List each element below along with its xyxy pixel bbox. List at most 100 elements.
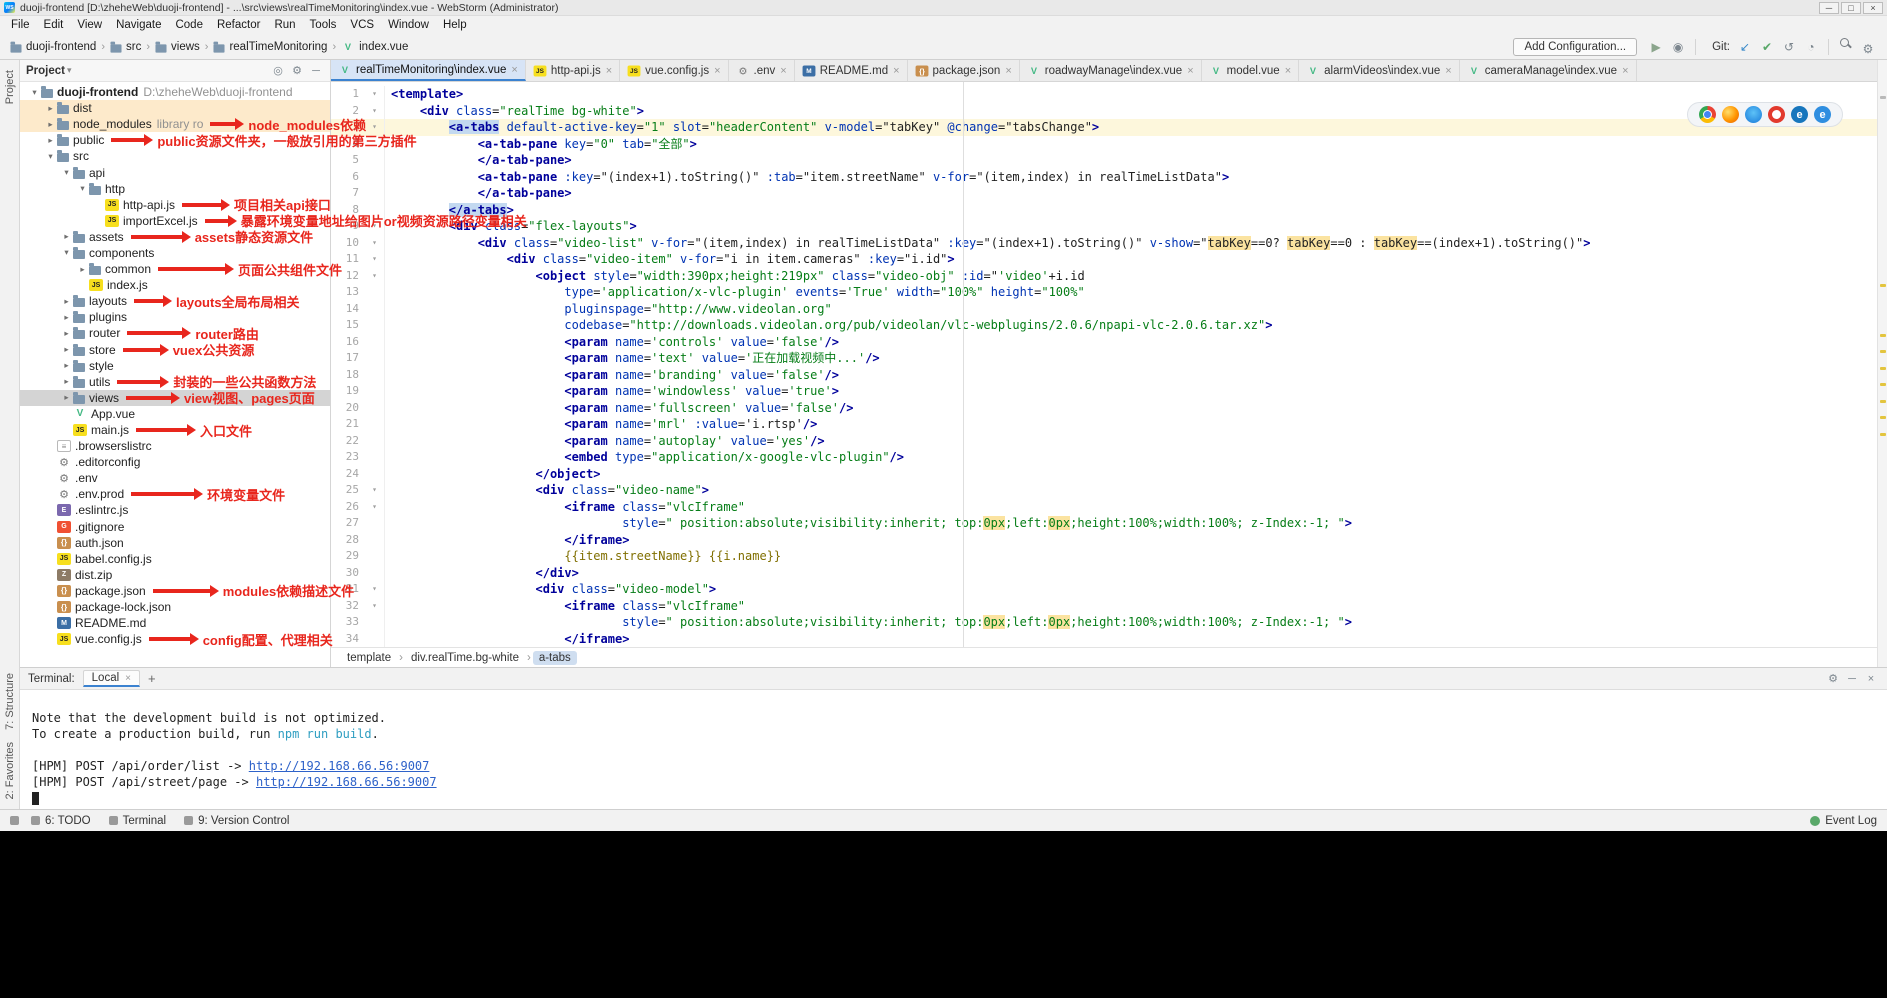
code-line-16[interactable]: 16 <param name='controls' value='false'/… — [331, 334, 1877, 351]
opera-browser-icon[interactable] — [1768, 106, 1785, 123]
hide-icon[interactable]: ─ — [308, 63, 324, 79]
menu-navigate[interactable]: Navigate — [109, 18, 168, 32]
menu-vcs[interactable]: VCS — [343, 18, 381, 32]
tab-vue-config-js[interactable]: JSvue.config.js× — [620, 60, 728, 81]
code-line-15[interactable]: 15 codebase="http://downloads.videolan.o… — [331, 317, 1877, 334]
add-configuration-button[interactable]: Add Configuration... — [1513, 38, 1637, 56]
code-line-14[interactable]: 14 pluginspage="http://www.videolan.org" — [331, 301, 1877, 318]
code-line-9[interactable]: 9▾ <div class="flex-layouts"> — [331, 218, 1877, 235]
tree-expand-arrow[interactable]: ▸ — [44, 135, 57, 146]
code-line-28[interactable]: 28 </iframe> — [331, 532, 1877, 549]
play-icon[interactable]: ▶ — [1647, 38, 1665, 56]
tab-close-icon[interactable]: × — [1622, 65, 1628, 77]
terminal-output[interactable]: Note that the development build is not o… — [20, 690, 1887, 809]
tab-close-icon[interactable]: × — [714, 65, 720, 77]
minimize-button[interactable]: ─ — [1819, 2, 1839, 14]
tree-item-duoji-frontend[interactable]: ▾duoji-frontendD:\zheheWeb\duoji-fronten… — [20, 84, 330, 100]
close-icon[interactable]: × — [125, 673, 131, 684]
tree-expand-arrow[interactable]: ▸ — [60, 312, 73, 323]
find-icon[interactable] — [1837, 35, 1855, 53]
chevron-down-icon[interactable]: ▾ — [67, 65, 72, 76]
tree-collapse-arrow[interactable]: ▾ — [28, 87, 41, 98]
tab-cameramanage-index-vue[interactable]: VcameraManage\index.vue× — [1460, 60, 1637, 81]
project-panel-title[interactable]: Project — [26, 65, 65, 77]
tree-collapse-arrow[interactable]: ▾ — [44, 151, 57, 162]
tab-readme-md[interactable]: MREADME.md× — [795, 60, 908, 81]
menu-tools[interactable]: Tools — [303, 18, 344, 32]
tree-item-auth-json[interactable]: {}auth.json — [20, 535, 330, 551]
fold-marker-icon[interactable]: ▾ — [365, 598, 385, 615]
code-line-20[interactable]: 20 <param name='fullscreen' value='false… — [331, 400, 1877, 417]
fold-marker-icon[interactable]: ▾ — [365, 251, 385, 268]
tab-close-icon[interactable]: × — [1005, 65, 1011, 77]
tool-button-favorites[interactable]: 2: Favorites — [4, 742, 16, 799]
tab-realtimemonitoring-index-vue[interactable]: VrealTimeMonitoring\index.vue× — [331, 60, 526, 81]
menu-refactor[interactable]: Refactor — [210, 18, 267, 32]
commit-icon[interactable]: ✔ — [1758, 38, 1776, 56]
breadcrumb-src[interactable]: src — [110, 41, 141, 53]
tree-expand-arrow[interactable]: ▸ — [60, 296, 73, 307]
code-line-31[interactable]: 31▾ <div class="video-model"> — [331, 581, 1877, 598]
tree-item-eslintrc-js[interactable]: E.eslintrc.js — [20, 502, 330, 518]
tab-close-icon[interactable]: × — [1445, 65, 1451, 77]
breadcrumb-duoji-frontend[interactable]: duoji-frontend — [10, 41, 96, 53]
tree-item-app-vue[interactable]: VApp.vue — [20, 406, 330, 422]
breadcrumb-views[interactable]: views — [155, 41, 200, 53]
breadcrumb-index-vue[interactable]: Vindex.vue — [341, 41, 408, 53]
revert-icon[interactable]: ↺ — [1780, 38, 1798, 56]
code-line-27[interactable]: 27 style=" position:absolute;visibility:… — [331, 515, 1877, 532]
tree-expand-arrow[interactable]: ▸ — [60, 360, 73, 371]
terminal-cursor[interactable] — [32, 792, 39, 805]
tree-item-browserslistrc[interactable]: ≡.browserslistrc — [20, 438, 330, 454]
tab-close-icon[interactable]: × — [1285, 65, 1291, 77]
tab-roadwaymanage-index-vue[interactable]: VroadwayManage\index.vue× — [1020, 60, 1202, 81]
tab-package-json[interactable]: {}package.json× — [908, 60, 1020, 81]
tree-expand-arrow[interactable]: ▸ — [60, 376, 73, 387]
tree-item-editorconfig[interactable]: ⚙.editorconfig — [20, 454, 330, 470]
tool-button-project[interactable]: Project — [4, 70, 16, 104]
code-line-30[interactable]: 30 </div> — [331, 565, 1877, 582]
statusbar-9-version-control[interactable]: 9: Version Control — [184, 815, 289, 827]
code-line-26[interactable]: 26▾ <iframe class="vlcIframe" — [331, 499, 1877, 516]
tool-button-structure[interactable]: 7: Structure — [4, 673, 16, 730]
tab-close-icon[interactable]: × — [1187, 65, 1193, 77]
tree-collapse-arrow[interactable]: ▾ — [76, 183, 89, 194]
tab-model-vue[interactable]: Vmodel.vue× — [1202, 60, 1300, 81]
fold-marker-icon[interactable]: ▾ — [365, 499, 385, 516]
tree-expand-arrow[interactable]: ▸ — [44, 119, 57, 130]
close-panel-icon[interactable]: × — [1863, 671, 1879, 687]
breadcrumb-realtimemonitoring[interactable]: realTimeMonitoring — [213, 41, 327, 53]
tree-item-views[interactable]: ▸viewsview视图、pages页面 — [20, 390, 330, 406]
terminal-link[interactable]: http://192.168.66.56:9007 — [256, 775, 437, 789]
code-line-25[interactable]: 25▾ <div class="video-name"> — [331, 482, 1877, 499]
tree-item-package-lock-json[interactable]: {}package-lock.json — [20, 599, 330, 615]
tab-close-icon[interactable]: × — [511, 64, 517, 76]
locate-icon[interactable]: ◎ — [270, 62, 286, 78]
tree-item-assets[interactable]: ▸assetsassets静态资源文件 — [20, 229, 330, 245]
code-line-33[interactable]: 33 style=" position:absolute;visibility:… — [331, 614, 1877, 631]
fold-marker-icon[interactable]: ▾ — [365, 482, 385, 499]
fold-marker-icon[interactable]: ▾ — [365, 235, 385, 252]
error-stripe-scrollbar[interactable] — [1877, 60, 1887, 667]
tree-item-layouts[interactable]: ▸layoutslayouts全局布局相关 — [20, 293, 330, 309]
menu-code[interactable]: Code — [168, 18, 210, 32]
code-line-11[interactable]: 11▾ <div class="video-item" v-for="i in … — [331, 251, 1877, 268]
code-line-17[interactable]: 17 <param name='text' value='正在加载视频中...'… — [331, 350, 1877, 367]
terminal-tab-local[interactable]: Local × — [83, 670, 140, 687]
event-log-button[interactable]: Event Log — [1810, 815, 1877, 827]
code-line-5[interactable]: 5 </a-tab-pane> — [331, 152, 1877, 169]
update-icon[interactable]: ↙ — [1736, 38, 1754, 56]
tree-collapse-arrow[interactable]: ▾ — [60, 167, 73, 178]
close-button[interactable]: × — [1863, 2, 1883, 14]
menu-edit[interactable]: Edit — [37, 18, 71, 32]
fold-marker-icon[interactable]: ▾ — [365, 86, 385, 103]
editor-breadcrumb-template[interactable]: template — [341, 651, 397, 665]
code-line-10[interactable]: 10▾ <div class="video-list" v-for="(item… — [331, 235, 1877, 252]
new-terminal-button[interactable]: + — [148, 671, 156, 686]
tree-expand-arrow[interactable]: ▸ — [60, 392, 73, 403]
tree-item-babel-config-js[interactable]: JSbabel.config.js — [20, 551, 330, 567]
tree-expand-arrow[interactable]: ▸ — [60, 328, 73, 339]
tab-env[interactable]: ⚙.env× — [729, 60, 795, 81]
code-editor[interactable]: 1▾<template>2▾ <div class="realTime bg-w… — [331, 82, 1877, 647]
code-line-24[interactable]: 24 </object> — [331, 466, 1877, 483]
